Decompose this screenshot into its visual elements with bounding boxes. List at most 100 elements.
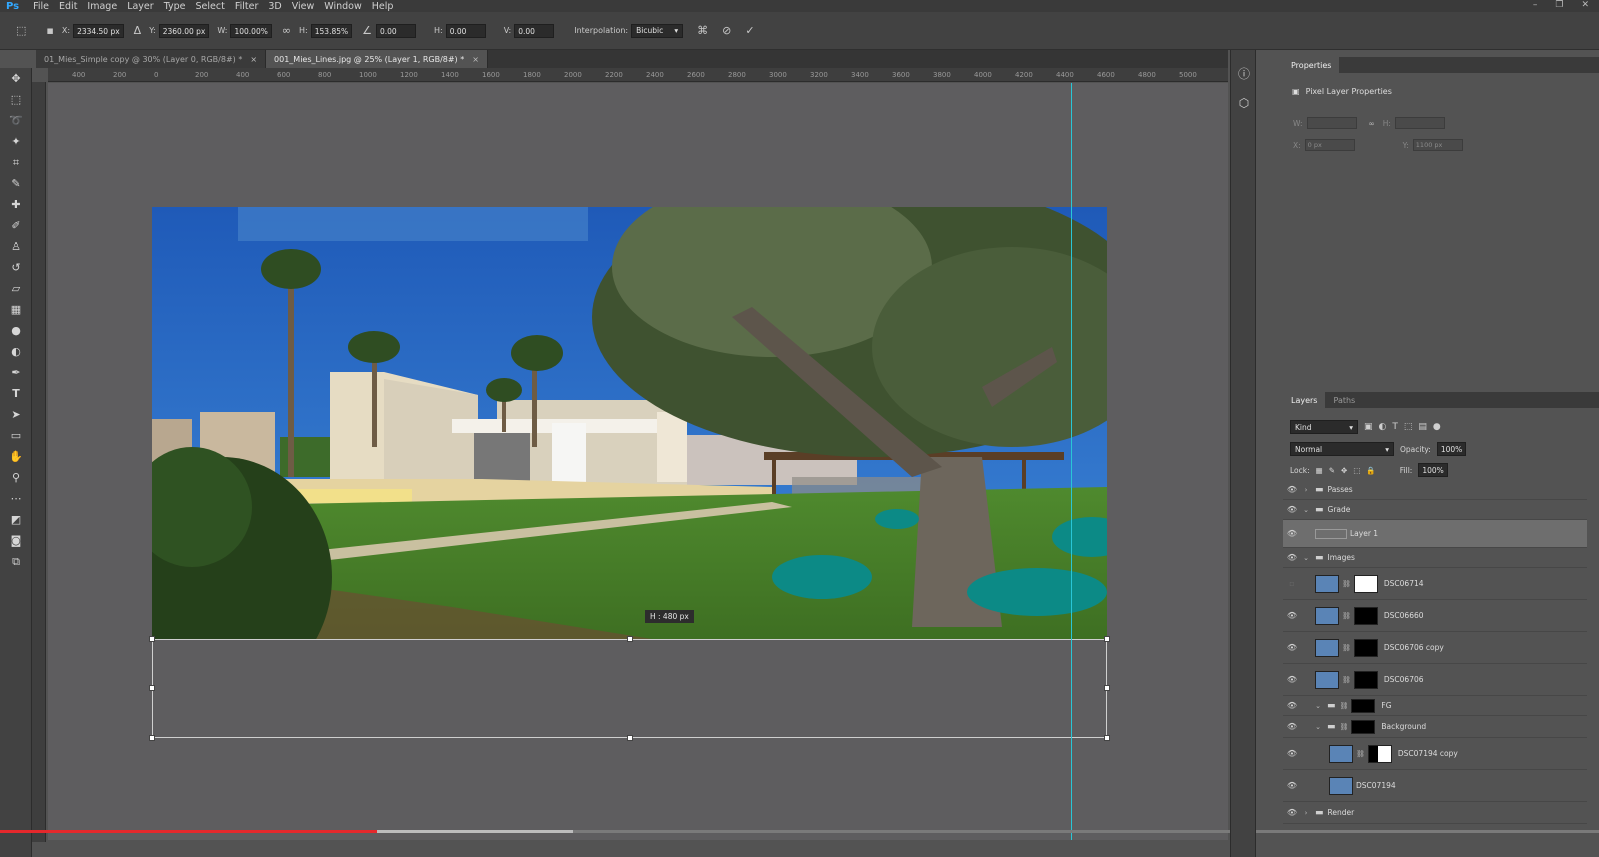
hskew-field[interactable]: 0.00 [445, 23, 486, 38]
prop-height-field[interactable] [1394, 117, 1445, 129]
chain-link-icon[interactable]: ⛓ [1342, 676, 1351, 684]
lock-pixels-icon[interactable]: ✎ [1329, 466, 1335, 475]
chain-link-icon[interactable]: ⛓ [1342, 580, 1351, 588]
layer-mask-thumbnail[interactable] [1351, 719, 1376, 734]
menu-file[interactable]: File [33, 1, 49, 12]
chevron-down-icon[interactable]: ⌄ [1313, 702, 1323, 710]
eyedropper-tool-icon[interactable]: ✎ [0, 173, 32, 194]
chain-link-icon[interactable]: ⛓ [1356, 750, 1365, 758]
tab-properties[interactable]: Properties [1283, 57, 1340, 73]
transform-bounding-box[interactable] [149, 636, 1110, 741]
layer-mask-thumbnail[interactable] [1353, 606, 1378, 625]
layer-photo[interactable] [152, 207, 1107, 639]
menu-image[interactable]: Image [87, 1, 117, 12]
layer-row-passes[interactable]: 👁 › ▬ Passes [1283, 480, 1587, 500]
eraser-tool-icon[interactable]: ▱ [0, 278, 32, 299]
rectangle-tool-icon[interactable]: ▭ [0, 425, 32, 446]
menu-select[interactable]: Select [196, 1, 225, 12]
visibility-eye-icon[interactable]: 👁 [1283, 675, 1301, 684]
chain-link-icon[interactable]: ⛓ [1340, 702, 1349, 710]
color-swatches-icon[interactable]: ◩ [0, 509, 32, 530]
close-icon[interactable]: × [472, 55, 479, 64]
pen-tool-icon[interactable]: ✒ [0, 362, 32, 383]
cancel-transform-icon[interactable]: ⊘ [722, 24, 731, 37]
commit-transform-icon[interactable]: ✓ [745, 24, 754, 37]
transform-handle-bottom-right[interactable] [1104, 735, 1110, 741]
menu-help[interactable]: Help [372, 1, 394, 12]
healing-tool-icon[interactable]: ✚ [0, 194, 32, 215]
transform-handle-top-right[interactable] [1104, 636, 1110, 642]
brush-tool-icon[interactable]: ✐ [0, 215, 32, 236]
filter-smart-object-icon[interactable]: ▤ [1418, 422, 1427, 432]
prop-x-field[interactable]: 0 px [1304, 139, 1355, 151]
fill-field[interactable]: 100% [1418, 463, 1448, 477]
visibility-eye-icon[interactable]: 👁 [1283, 553, 1301, 562]
quick-mask-icon[interactable]: ◙ [0, 530, 32, 551]
interpolation-select[interactable]: Bicubic ▾ [631, 23, 684, 38]
chevron-down-icon[interactable]: ⌄ [1301, 554, 1311, 562]
move-tool-icon[interactable]: ✥ [0, 68, 32, 89]
crop-tool-icon[interactable]: ⌗ [0, 152, 32, 173]
transform-handle-bottom[interactable] [627, 735, 633, 741]
lock-position-icon[interactable]: ✥ [1341, 466, 1347, 475]
chain-link-icon[interactable]: ⛓ [1340, 723, 1349, 731]
transform-tool-icon[interactable]: ⬚ [16, 24, 26, 37]
menu-type[interactable]: Type [164, 1, 186, 12]
warp-icon[interactable]: ⌘ [697, 24, 708, 37]
filter-type-icon[interactable]: T [1392, 422, 1398, 432]
lasso-tool-icon[interactable]: ➰ [0, 110, 32, 131]
magic-wand-tool-icon[interactable]: ✦ [0, 131, 32, 152]
filter-toggle-icon[interactable]: ● [1433, 422, 1441, 432]
menu-filter[interactable]: Filter [235, 1, 259, 12]
layer-row-fg[interactable]: 👁 ⌄ ▬ ⛓ FG [1283, 696, 1587, 716]
type-tool-icon[interactable]: T [0, 383, 32, 404]
layer-row-dsc07194-copy[interactable]: 👁 ⛓ DSC07194 copy [1283, 738, 1587, 770]
opacity-field[interactable]: 100% [1436, 442, 1467, 456]
menu-window[interactable]: Window [324, 1, 361, 12]
visibility-eye-icon[interactable]: 👁 [1283, 505, 1301, 514]
layer-mask-thumbnail[interactable] [1351, 698, 1376, 713]
visibility-eye-icon[interactable]: 👁 [1283, 749, 1301, 758]
visibility-eye-icon[interactable]: 👁 [1283, 808, 1301, 817]
blur-tool-icon[interactable]: ● [0, 320, 32, 341]
layer-mask-thumbnail[interactable] [1353, 574, 1378, 593]
transform-handle-top-left[interactable] [149, 636, 155, 642]
visibility-eye-icon[interactable]: 👁 [1283, 722, 1301, 731]
prop-y-field[interactable]: 1100 px [1412, 139, 1463, 151]
x-field[interactable]: 2334.50 px [73, 23, 124, 38]
layer-row-dsc06706[interactable]: 👁 ⛓ DSC06706 [1283, 664, 1587, 696]
close-window-icon[interactable]: ✕ [1581, 0, 1589, 10]
reference-point-icon[interactable]: ▪ [46, 24, 53, 37]
menu-3d[interactable]: 3D [268, 1, 281, 12]
tab-paths[interactable]: Paths [1325, 392, 1363, 408]
y-field[interactable]: 2360.00 px [158, 23, 210, 38]
filter-pixel-icon[interactable]: ▣ [1364, 422, 1373, 432]
hand-tool-icon[interactable]: ✋ [0, 446, 32, 467]
prop-width-field[interactable] [1306, 117, 1357, 129]
chevron-right-icon[interactable]: › [1301, 486, 1311, 494]
zoom-tool-icon[interactable]: ⚲ [0, 467, 32, 488]
history-brush-tool-icon[interactable]: ↺ [0, 257, 32, 278]
transform-handle-right[interactable] [1104, 685, 1110, 691]
chevron-right-icon[interactable]: › [1301, 809, 1311, 817]
path-select-tool-icon[interactable]: ➤ [0, 404, 32, 425]
chain-link-icon[interactable]: ⛓ [1342, 644, 1351, 652]
screen-mode-icon[interactable]: ⧉ [0, 551, 32, 572]
marquee-tool-icon[interactable]: ⬚ [0, 89, 32, 110]
filter-shape-icon[interactable]: ⬚ [1404, 422, 1413, 432]
blend-mode-select[interactable]: Normal ▾ [1290, 442, 1394, 456]
layer-row-grade[interactable]: 👁 ⌄ ▬ Grade [1283, 500, 1587, 520]
stamp-tool-icon[interactable]: ♙ [0, 236, 32, 257]
layer-kind-select[interactable]: Kind ▾ [1290, 420, 1358, 434]
layer-mask-thumbnail[interactable] [1353, 670, 1378, 689]
lock-transparent-icon[interactable]: ▦ [1316, 466, 1323, 475]
layer-mask-thumbnail[interactable] [1353, 638, 1378, 657]
link-icon[interactable]: ∞ [1369, 119, 1375, 128]
restore-icon[interactable]: ❐ [1555, 0, 1563, 10]
chevron-down-icon[interactable]: ⌄ [1301, 506, 1311, 514]
gradient-tool-icon[interactable]: ▦ [0, 299, 32, 320]
transform-handle-bottom-left[interactable] [149, 735, 155, 741]
layer-row-dsc06714[interactable]: ▫ ⛓ DSC06714 [1283, 568, 1587, 600]
visibility-eye-icon[interactable]: 👁 [1283, 643, 1301, 652]
dodge-tool-icon[interactable]: ◐ [0, 341, 32, 362]
